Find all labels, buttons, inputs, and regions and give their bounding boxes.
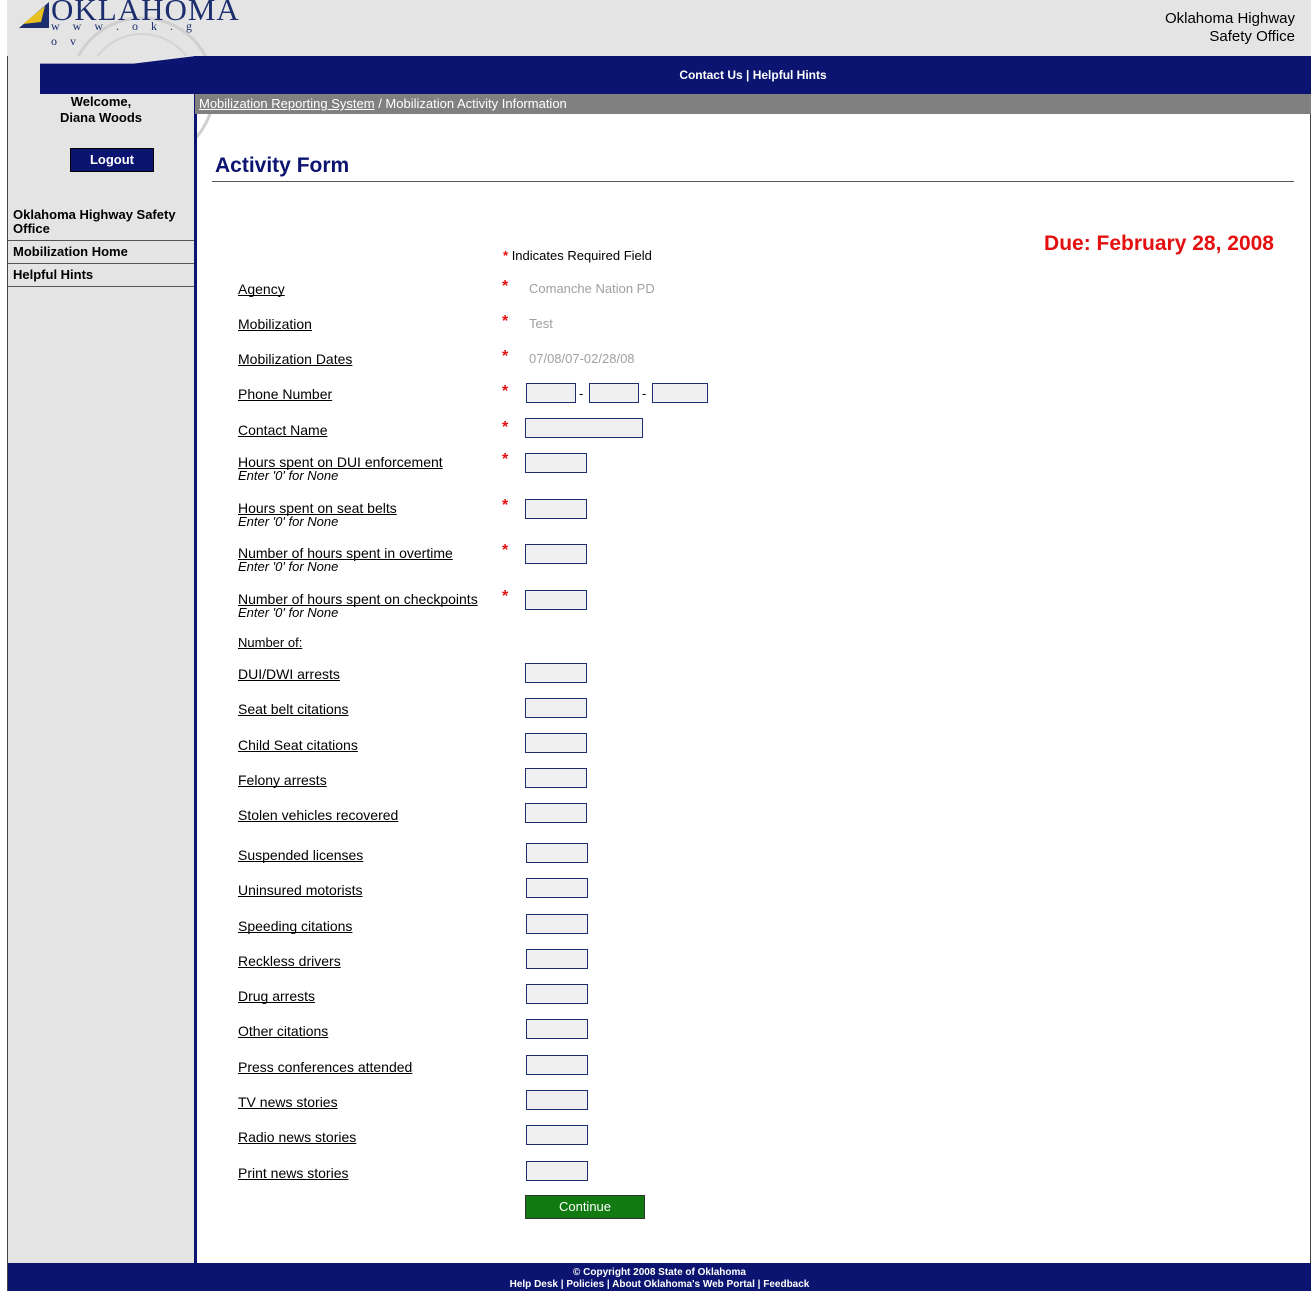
logout-button[interactable]: Logout (70, 148, 154, 172)
dates-value: 07/08/07-02/28/08 (529, 351, 635, 366)
required-star-icon: * (502, 588, 509, 605)
flag-icon (19, 2, 49, 28)
reckless-drivers-input[interactable] (526, 949, 588, 969)
count-label: Suspended licenses (238, 847, 364, 863)
helpful-hints-link[interactable]: Helpful Hints (753, 68, 827, 82)
phone-area-code-input[interactable] (526, 383, 576, 403)
mobilization-label: Mobilization (238, 316, 312, 332)
sidebar-item-helpful-hints[interactable]: Helpful Hints (8, 264, 194, 287)
child-seat-citations-input[interactable] (525, 733, 587, 753)
sidebar: Welcome, Diana Woods Logout Oklahoma Hig… (8, 56, 197, 1263)
agency-title-line1: Oklahoma Highway (1164, 10, 1295, 27)
count-label: Uninsured motorists (238, 882, 363, 898)
count-label: Print news stories (238, 1165, 349, 1181)
footer: © Copyright 2008 State of Oklahoma Help … (8, 1263, 1311, 1291)
contact-label: Contact Name (238, 422, 328, 438)
required-star-icon: * (502, 497, 509, 514)
header: OKLAHOMA w w w . o k . g o v Oklahoma Hi… (7, 0, 1311, 164)
press-conferences-input[interactable] (526, 1055, 588, 1075)
zero-hint: Enter '0' for None (238, 605, 339, 620)
required-note-text: Indicates Required Field (511, 248, 652, 263)
title-divider (212, 181, 1294, 182)
phone-line-input[interactable] (652, 383, 708, 403)
dates-label: Mobilization Dates (238, 351, 353, 367)
page-title: Activity Form (215, 154, 350, 177)
seat-belt-citations-input[interactable] (525, 698, 587, 718)
checkpoint-hours-input[interactable] (525, 590, 587, 610)
count-label: Reckless drivers (238, 953, 341, 969)
page-frame (7, 0, 1311, 1291)
phone-prefix-input[interactable] (589, 383, 639, 403)
breadcrumb-root-link[interactable]: Mobilization Reporting System (199, 96, 375, 111)
sidebar-item-mobilization-home[interactable]: Mobilization Home (8, 241, 194, 264)
print-news-stories-input[interactable] (526, 1161, 588, 1181)
dui-dwi-arrests-input[interactable] (525, 663, 587, 683)
required-star-icon: * (502, 313, 509, 330)
contact-name-input[interactable] (525, 418, 643, 438)
required-star-icon: * (502, 383, 509, 400)
drug-arrests-input[interactable] (526, 984, 588, 1004)
breadcrumb: Mobilization Reporting System / Mobiliza… (195, 94, 1311, 114)
welcome-text: Welcome, (70, 94, 132, 109)
count-label: Drug arrests (238, 988, 316, 1004)
radio-news-stories-input[interactable] (526, 1125, 588, 1145)
count-label: DUI/DWI arrests (238, 666, 340, 682)
required-star-icon: * (502, 278, 509, 295)
phone-label: Phone Number (238, 386, 333, 402)
breadcrumb-current: Mobilization Activity Information (385, 96, 567, 111)
count-label: Felony arrests (238, 772, 327, 788)
dui-hours-input[interactable] (525, 453, 587, 473)
agency-value: Comanche Nation PD (529, 281, 655, 296)
seatbelt-hours-input[interactable] (525, 499, 587, 519)
agency-title: Oklahoma Highway Safety Office (1165, 10, 1295, 46)
zero-hint: Enter '0' for None (238, 514, 339, 529)
zero-hint: Enter '0' for None (238, 559, 339, 574)
due-date: Due: February 28, 2008 (1044, 232, 1274, 255)
stolen-vehicles-input[interactable] (525, 803, 587, 823)
required-star-icon: * (503, 248, 509, 263)
count-label: Seat belt citations (238, 701, 349, 717)
phone-dash: - (642, 386, 647, 401)
overtime-hours-input[interactable] (525, 544, 587, 564)
count-label: Press conferences attended (238, 1059, 413, 1075)
suspended-licenses-input[interactable] (526, 843, 588, 863)
count-label: Child Seat citations (238, 737, 358, 753)
logo-url: w w w . o k . g o v (51, 19, 197, 48)
welcome-block: Welcome, Diana Woods (8, 94, 194, 126)
number-of-heading: Number of: (238, 635, 303, 650)
footer-copyright: © Copyright 2008 State of Oklahoma (573, 1267, 746, 1278)
agency-title-line2: Safety Office (1209, 28, 1295, 45)
count-label: Stolen vehicles recovered (238, 807, 399, 823)
required-note: * Indicates Required Field (503, 248, 652, 263)
zero-hint: Enter '0' for None (238, 468, 339, 483)
breadcrumb-separator: / (374, 96, 386, 111)
other-citations-input[interactable] (526, 1019, 588, 1039)
count-label: Other citations (238, 1023, 329, 1039)
top-nav-links: Contact Us | Helpful Hints (195, 68, 1311, 82)
required-star-icon: * (502, 419, 509, 436)
footer-links[interactable]: Help Desk | Policies | About Oklahoma's … (8, 1279, 1311, 1291)
count-label: Speeding citations (238, 918, 353, 934)
required-star-icon: * (502, 348, 509, 365)
phone-dash: - (579, 386, 584, 401)
user-name: Diana Woods (59, 110, 143, 125)
contact-us-link[interactable]: Contact Us (679, 68, 742, 82)
count-label: TV news stories (238, 1094, 338, 1110)
top-nav-bar: Contact Us | Helpful Hints (195, 56, 1311, 94)
count-label: Radio news stories (238, 1129, 357, 1145)
uninsured-motorists-input[interactable] (526, 878, 588, 898)
continue-button[interactable]: Continue (525, 1195, 645, 1219)
sidebar-nav: Oklahoma Highway Safety Office Mobilizat… (8, 204, 194, 287)
agency-label: Agency (238, 281, 285, 297)
required-star-icon: * (502, 542, 509, 559)
nav-separator: | (742, 68, 753, 82)
mobilization-value: Test (529, 316, 553, 331)
required-star-icon: * (502, 451, 509, 468)
sidebar-item-ohso[interactable]: Oklahoma Highway Safety Office (8, 204, 194, 241)
felony-arrests-input[interactable] (525, 768, 587, 788)
speeding-citations-input[interactable] (526, 914, 588, 934)
oklahoma-logo[interactable]: OKLAHOMA w w w . o k . g o v (15, 0, 239, 48)
tv-news-stories-input[interactable] (526, 1090, 588, 1110)
